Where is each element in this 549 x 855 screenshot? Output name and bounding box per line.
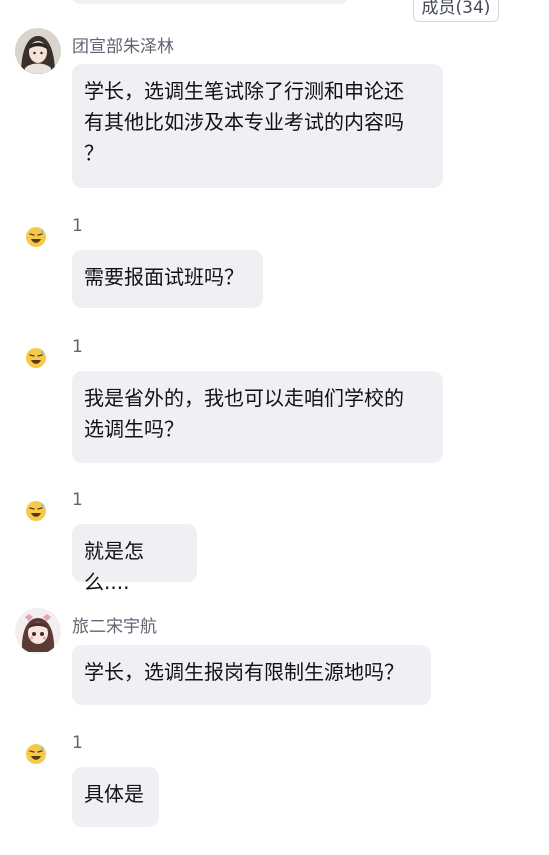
sender-name: 1: [72, 490, 83, 510]
cartoon-girl-avatar-icon[interactable]: [15, 608, 61, 654]
message-bubble[interactable]: 具体是: [72, 767, 159, 827]
sweat-smile-emoji-icon[interactable]: [25, 743, 47, 765]
members-count-button[interactable]: 成员(34): [413, 0, 499, 22]
message-bubble[interactable]: 就是怎么....: [72, 524, 197, 594]
message-bubble[interactable]: 我是省外的，我也可以走咱们学校的 选调生吗？: [72, 371, 443, 463]
sweat-smile-emoji-icon[interactable]: [25, 500, 47, 522]
message-bubble[interactable]: 学长，选调生报岗有限制生源地吗？: [72, 645, 431, 705]
sender-name: 1: [72, 733, 83, 753]
sender-name: 1: [72, 216, 83, 236]
message-bubble[interactable]: 需要报面试班吗？: [72, 250, 263, 308]
sweat-smile-emoji-icon[interactable]: [25, 347, 47, 369]
message-bubble[interactable]: 学长，选调生笔试除了行测和申论还 有其他比如涉及本专业考试的内容吗 ？: [72, 64, 443, 188]
sender-name: 旅二宋宇航: [72, 617, 157, 637]
sweat-smile-emoji-icon[interactable]: [25, 226, 47, 248]
anime-girl-avatar-icon[interactable]: [15, 28, 61, 74]
sender-name: 团宣部朱泽林: [72, 37, 174, 57]
previous-message-bubble-edge: [72, 0, 348, 4]
sender-name: 1: [72, 337, 83, 357]
